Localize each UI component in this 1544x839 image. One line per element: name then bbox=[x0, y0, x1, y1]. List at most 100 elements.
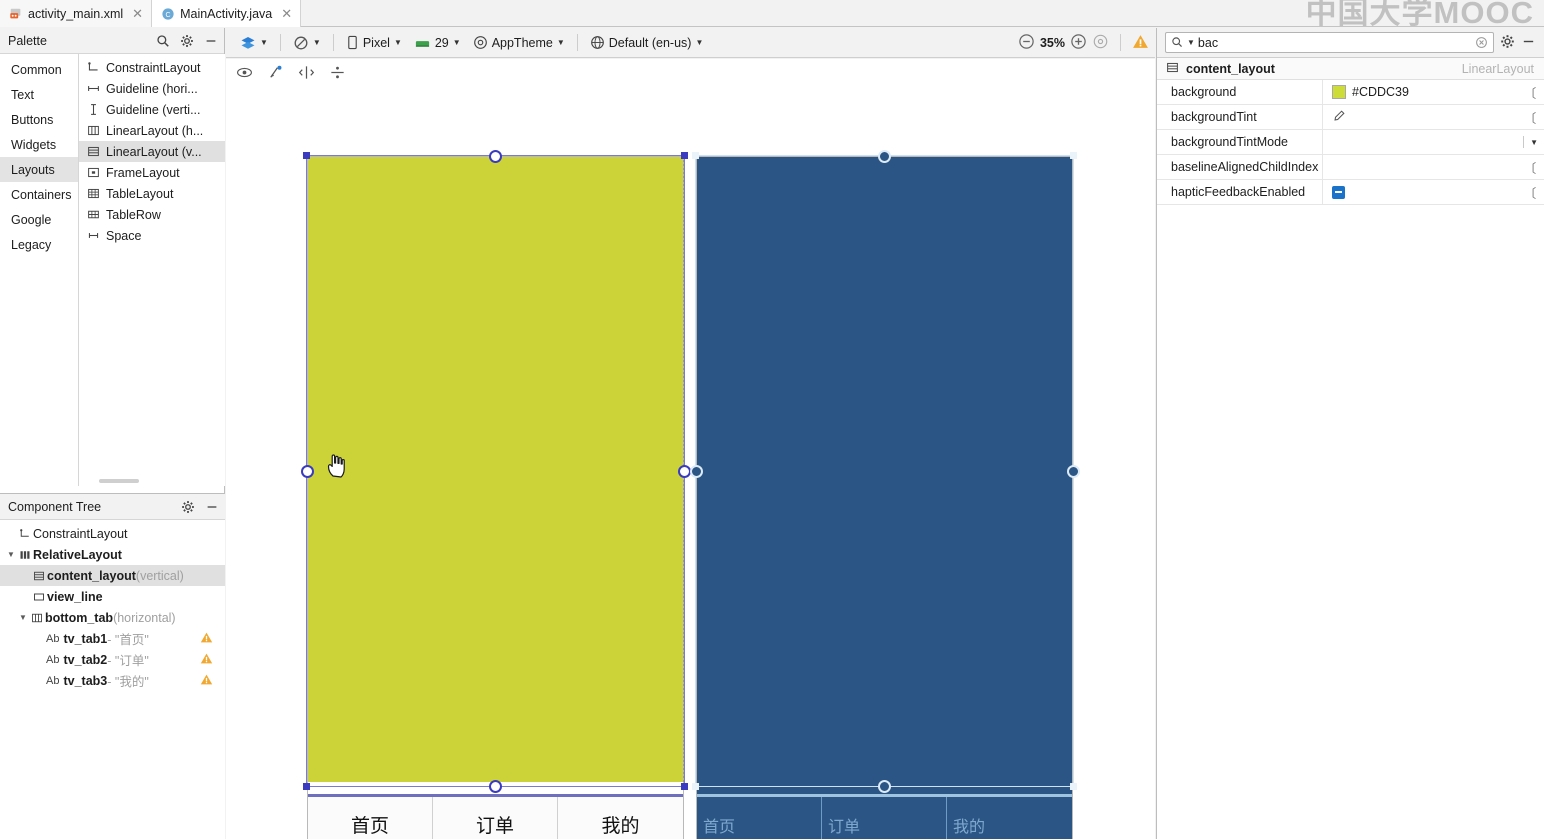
zoom-out-icon[interactable] bbox=[1018, 33, 1035, 53]
bottom-tab-blueprint[interactable]: 首页 订单 我的 bbox=[697, 797, 1072, 839]
align-vertical-icon[interactable] bbox=[329, 64, 346, 81]
align-horizontal-icon[interactable] bbox=[298, 64, 315, 81]
tree-row-tv-tab2[interactable]: Ab tv_tab2 - "订单" bbox=[0, 649, 225, 670]
tree-row-view-line[interactable]: view_line bbox=[0, 586, 225, 607]
eye-visibility-icon[interactable] bbox=[236, 64, 253, 81]
tree-row-relativelayout[interactable]: ▼ RelativeLayout bbox=[0, 544, 225, 565]
design-canvas[interactable]: 首页 订单 我的 首页 订单 我的 bbox=[226, 86, 1155, 839]
palette-category-text[interactable]: Text bbox=[0, 82, 78, 107]
attribute-row-background[interactable]: background #CDDC39 〔 bbox=[1157, 80, 1544, 105]
attribute-search-value[interactable]: bac bbox=[1198, 36, 1472, 50]
attribute-value[interactable]: 〔 bbox=[1322, 105, 1544, 129]
blueprint-preview-device[interactable]: 首页 订单 我的 bbox=[696, 156, 1073, 839]
search-icon[interactable] bbox=[156, 34, 170, 48]
color-swatch[interactable] bbox=[1332, 85, 1346, 99]
attribute-value[interactable]: #CDDC39 〔 bbox=[1322, 80, 1544, 104]
palette-item-linearlayout-horizontal[interactable]: LinearLayout (h... bbox=[79, 120, 225, 141]
tree-row-tv-tab3[interactable]: Ab tv_tab3 - "我的" bbox=[0, 670, 225, 691]
eyedropper-icon[interactable] bbox=[1332, 109, 1346, 126]
resource-picker-icon[interactable]: 〔 bbox=[1522, 108, 1538, 127]
warning-icon[interactable] bbox=[1132, 33, 1149, 53]
palette-item-framelayout[interactable]: FrameLayout bbox=[79, 162, 225, 183]
attribute-value[interactable]: ▼ bbox=[1322, 130, 1544, 154]
resource-picker-icon[interactable]: 〔 bbox=[1522, 158, 1538, 177]
clear-icon[interactable] bbox=[1475, 36, 1488, 49]
tristate-checkbox[interactable] bbox=[1332, 185, 1345, 199]
attribute-value[interactable]: 〔 bbox=[1322, 180, 1544, 204]
warning-icon[interactable] bbox=[200, 673, 213, 689]
palette-item-constraintlayout[interactable]: ConstraintLayout bbox=[79, 57, 225, 78]
palette-category-layouts[interactable]: Layouts bbox=[0, 157, 78, 182]
tree-row-constraintlayout[interactable]: ConstraintLayout bbox=[0, 523, 225, 544]
close-icon[interactable]: ✕ bbox=[132, 7, 143, 20]
textview-icon: Ab bbox=[46, 674, 60, 687]
minimize-icon[interactable] bbox=[204, 34, 218, 48]
resource-picker-icon[interactable]: 〔 bbox=[1522, 83, 1538, 102]
attribute-row-baselinealignedchildindex[interactable]: baselineAlignedChildIndex 〔 bbox=[1157, 155, 1544, 180]
attribute-row-backgroundtint[interactable]: backgroundTint 〔 bbox=[1157, 105, 1544, 130]
palette-item-guideline-vertical[interactable]: Guideline (verti... bbox=[79, 99, 225, 120]
bottom-tab-item-1[interactable]: 首页 bbox=[308, 797, 433, 839]
bottom-tab-item-3[interactable]: 我的 bbox=[558, 797, 683, 839]
bottom-tab-item-1[interactable]: 首页 bbox=[697, 797, 822, 839]
content-layout-preview[interactable] bbox=[308, 157, 683, 782]
chevron-down-icon[interactable]: ▼ bbox=[1530, 138, 1538, 147]
zoom-in-icon[interactable] bbox=[1070, 33, 1087, 53]
attribute-value[interactable]: 〔 bbox=[1322, 155, 1544, 179]
minimize-icon[interactable] bbox=[1521, 34, 1536, 52]
palette-category-google[interactable]: Google bbox=[0, 207, 78, 232]
chevron-down-icon: ▼ bbox=[452, 38, 461, 47]
tree-row-tv-tab1[interactable]: Ab tv_tab1 - "首页" bbox=[0, 628, 225, 649]
tree-expander[interactable]: ▼ bbox=[17, 613, 29, 622]
zoom-level-label: 35% bbox=[1039, 35, 1065, 50]
editor-tab-activity-main-xml[interactable]: activity_main.xml ✕ bbox=[0, 0, 153, 27]
content-layout-blueprint[interactable] bbox=[697, 157, 1072, 782]
api-level-selector[interactable]: 29 ▼ bbox=[408, 31, 467, 55]
attribute-row-backgroundtintmode[interactable]: backgroundTintMode ▼ bbox=[1157, 130, 1544, 155]
tree-row-bottom-tab[interactable]: ▼ bottom_tab (horizontal) bbox=[0, 607, 225, 628]
locale-selector[interactable]: Default (en-us) ▼ bbox=[584, 31, 710, 55]
bottom-tab-item-3[interactable]: 我的 bbox=[947, 797, 1072, 839]
close-icon[interactable]: ✕ bbox=[281, 7, 292, 20]
palette-category-label: Google bbox=[11, 212, 52, 227]
palette-category-label: Widgets bbox=[11, 137, 57, 152]
palette-item-tablerow[interactable]: TableRow bbox=[79, 204, 225, 225]
warning-icon[interactable] bbox=[200, 631, 213, 647]
design-preview-device[interactable]: 首页 订单 我的 bbox=[307, 156, 684, 839]
warning-icon[interactable] bbox=[200, 652, 213, 668]
error-warning-toggle-icon[interactable] bbox=[267, 64, 284, 81]
bottom-tab-preview[interactable]: 首页 订单 我的 bbox=[308, 797, 683, 839]
gear-icon[interactable] bbox=[1500, 34, 1515, 52]
palette-item-guideline-horizontal[interactable]: Guideline (hori... bbox=[79, 78, 225, 99]
design-mode-button[interactable]: ▼ bbox=[234, 31, 274, 55]
bottom-tab-item-2[interactable]: 订单 bbox=[822, 797, 947, 839]
palette-item-space[interactable]: Space bbox=[79, 225, 225, 246]
editor-tab-mainactivity-java[interactable]: C MainActivity.java ✕ bbox=[152, 0, 302, 27]
minimize-icon[interactable] bbox=[205, 500, 219, 514]
resource-picker-icon[interactable]: 〔 bbox=[1522, 183, 1538, 202]
chevron-down-icon: ▼ bbox=[695, 38, 704, 47]
palette-category-label: Containers bbox=[11, 187, 72, 202]
gear-icon[interactable] bbox=[180, 34, 194, 48]
chevron-down-icon[interactable]: ▼ bbox=[1187, 38, 1195, 47]
palette-category-common[interactable]: Common bbox=[0, 57, 78, 82]
attribute-search-field[interactable]: ▼ bac bbox=[1165, 32, 1494, 53]
theme-selector[interactable]: AppTheme ▼ bbox=[467, 31, 571, 55]
device-selector[interactable]: Pixel ▼ bbox=[340, 31, 408, 55]
palette-item-linearlayout-vertical[interactable]: LinearLayout (v... bbox=[79, 141, 225, 162]
gear-icon[interactable] bbox=[181, 500, 195, 514]
tree-expander[interactable]: ▼ bbox=[5, 550, 17, 559]
palette-category-legacy[interactable]: Legacy bbox=[0, 232, 78, 257]
bottom-tab-item-2[interactable]: 订单 bbox=[433, 797, 558, 839]
palette-category-containers[interactable]: Containers bbox=[0, 182, 78, 207]
zoom-controls: 35% bbox=[1018, 33, 1155, 53]
palette-category-buttons[interactable]: Buttons bbox=[0, 107, 78, 132]
palette-horizontal-scrollbar[interactable] bbox=[99, 479, 139, 483]
zoom-to-fit-icon[interactable] bbox=[1092, 33, 1109, 53]
orientation-button[interactable]: ▼ bbox=[287, 31, 327, 55]
attribute-row-hapticfeedbackenabled[interactable]: hapticFeedbackEnabled 〔 bbox=[1157, 180, 1544, 205]
search-dropdown-icon[interactable] bbox=[1171, 36, 1184, 49]
tree-row-content-layout[interactable]: content_layout (vertical) bbox=[0, 565, 225, 586]
palette-category-widgets[interactable]: Widgets bbox=[0, 132, 78, 157]
palette-item-tablelayout[interactable]: TableLayout bbox=[79, 183, 225, 204]
